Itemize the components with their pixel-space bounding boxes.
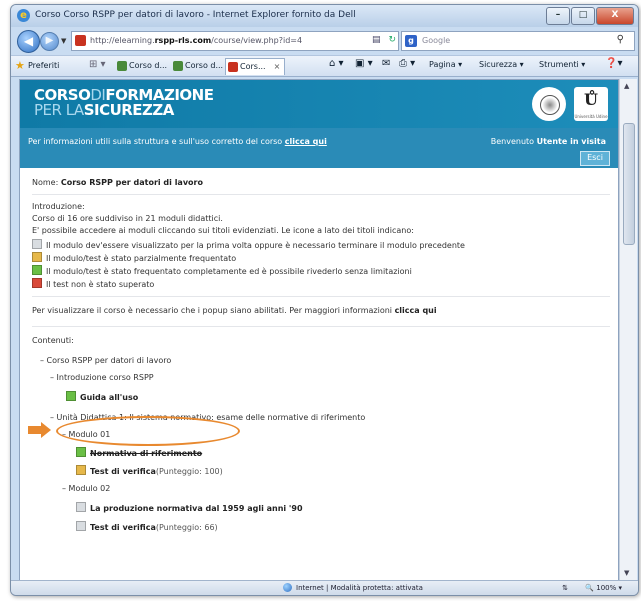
popup-notice: Per visualizzare il corso è necessario c… (32, 306, 437, 315)
status-grey-icon (76, 502, 86, 512)
test-2-score: (Punteggio: 66) (155, 523, 218, 532)
address-url[interactable]: http://elearning.rspp-rls.com/course/vie… (90, 36, 302, 45)
internet-zone-icon (283, 583, 292, 592)
address-bar[interactable]: http://elearning.rspp-rls.com/course/vie… (71, 31, 412, 51)
tree-item-normativa[interactable]: Normativa di riferimento (76, 447, 202, 458)
maximize-button[interactable]: □ (571, 7, 595, 25)
forward-button[interactable]: ▶ (40, 32, 59, 51)
zoom-level[interactable]: 🔍 100% ▾ (585, 584, 622, 592)
status-yellow-icon (32, 252, 42, 262)
info-link[interactable]: clicca qui (285, 137, 327, 146)
history-dropdown-icon[interactable]: ▼ (61, 37, 66, 45)
window-title: Corso Corso RSPP per datori di lavoro - … (35, 10, 356, 20)
favorites-bar: ★ Preferiti ⊞ ▾ Corso d... Corso d... Co… (11, 55, 638, 77)
tree-item-guide[interactable]: Guida all'uso (66, 391, 138, 402)
status-grey-icon (76, 521, 86, 531)
title-bar: e Corso Corso RSPP per datori di lavoro … (11, 5, 638, 27)
ie-icon: e (17, 9, 30, 22)
status-text: Internet | Modalità protetta: attivata (296, 584, 423, 592)
favorites-button[interactable]: Preferiti (28, 61, 59, 70)
scroll-down-icon[interactable]: ▼ (624, 569, 629, 577)
back-button[interactable]: ◀ (17, 30, 40, 53)
minimize-button[interactable]: – (546, 7, 570, 25)
search-input[interactable]: Google (422, 36, 450, 45)
highlight-circle (56, 416, 240, 446)
site-logo[interactable]: CORSODIFORMAZIONE PER LASICUREZZA (34, 88, 214, 118)
divider (32, 326, 610, 327)
tab-corso-2[interactable]: Corso d... (171, 58, 223, 74)
legend-item-grey: Il modulo dev'essere visualizzato per la… (32, 239, 465, 250)
feeds-icon[interactable]: ▣ ▾ (355, 58, 373, 69)
tree-item-test-2[interactable]: Test di verifica(Punteggio: 66) (76, 521, 218, 532)
legend-item-green: Il modulo/test è stato frequentato compl… (32, 265, 412, 276)
exit-button[interactable]: Esci (580, 151, 610, 166)
status-green-icon (32, 265, 42, 275)
home-icon[interactable]: ⌂ ▾ (329, 58, 344, 69)
tree-item-production[interactable]: La produzione normativa dal 1959 agli an… (76, 502, 303, 513)
info-message: Per informazioni utili sulla struttura e… (28, 137, 327, 146)
status-bar: Internet | Modalità protetta: attivata ⇅… (11, 580, 638, 595)
browser-window: e Corso Corso RSPP per datori di lavoro … (10, 4, 639, 596)
tab-close-icon[interactable]: × (274, 62, 281, 71)
university-seal-icon (532, 87, 566, 121)
intro-line-1: Corso di 16 ore suddiviso in 21 moduli d… (32, 214, 223, 223)
tab-corso-active[interactable]: Cors... × (225, 58, 286, 75)
search-icon[interactable]: ⚲ (617, 34, 624, 45)
tree-item-test-1[interactable]: Test di verifica(Punteggio: 100) (76, 465, 223, 476)
status-yellow-icon (76, 465, 86, 475)
status-green-icon (66, 391, 76, 401)
security-menu[interactable]: Sicurezza ▾ (479, 60, 524, 69)
divider (32, 194, 610, 195)
status-grey-icon (32, 239, 42, 249)
mail-icon[interactable]: ✉ (382, 58, 390, 69)
vertical-scrollbar[interactable]: ▲ ▼ (619, 79, 637, 580)
protected-mode-icon[interactable]: ⇅ (562, 584, 568, 592)
course-name: Nome: Corso RSPP per datori di lavoro (32, 178, 203, 187)
site-banner: CORSODIFORMAZIONE PER LASICUREZZA Ů Unive… (20, 80, 618, 128)
navigation-bar: ◀ ▶ ▼ http://elearning.rspp-rls.com/cour… (11, 27, 638, 55)
status-red-icon (32, 278, 42, 288)
tab-corso-1[interactable]: Corso d... (115, 58, 167, 74)
site-favicon-icon (75, 35, 86, 46)
legend-item-red: Il test non è stato superato (32, 278, 154, 289)
help-icon[interactable]: ❓▾ (605, 58, 622, 69)
page-content: CORSODIFORMAZIONE PER LASICUREZZA Ů Unive… (19, 79, 619, 582)
status-green-icon (76, 447, 86, 457)
tree-intro-section[interactable]: – Introduzione corso RSPP (50, 373, 154, 382)
close-button[interactable]: X (596, 7, 634, 25)
contents-heading: Contenuti: (32, 336, 74, 345)
divider (32, 296, 610, 297)
refresh-icon[interactable]: ↻ (389, 35, 397, 45)
university-logo-icon: Ů Università Udine (574, 87, 608, 121)
print-icon[interactable]: ⎙ ▾ (399, 58, 415, 69)
window-controls: – □ X (545, 7, 634, 25)
favorites-star-icon[interactable]: ★ (15, 59, 25, 72)
tab-active-label: Cors... (240, 62, 266, 71)
tree-course-root[interactable]: – Corso RSPP per datori di lavoro (40, 356, 171, 365)
popup-info-link[interactable]: clicca qui (395, 306, 437, 315)
tools-menu[interactable]: Strumenti ▾ (539, 60, 585, 69)
page-menu[interactable]: Pagina ▾ (429, 60, 462, 69)
compatibility-icon[interactable]: ▤ (372, 35, 381, 45)
quick-tabs-icon[interactable]: ⊞ ▾ (89, 59, 106, 70)
intro-line-2: E' possibile accedere ai moduli cliccand… (32, 226, 414, 235)
scroll-up-icon[interactable]: ▲ (624, 82, 629, 90)
welcome-text: Benvenuto Utente in visita (490, 137, 606, 146)
tree-module-02[interactable]: – Modulo 02 (62, 484, 110, 493)
scrollbar-thumb[interactable] (623, 123, 635, 245)
search-box[interactable]: g Google ⚲ (401, 31, 635, 51)
info-bar: Per informazioni utili sulla struttura e… (20, 128, 618, 168)
test-1-score: (Punteggio: 100) (155, 467, 223, 476)
user-link[interactable]: Utente in visita (537, 137, 606, 146)
google-icon: g (405, 35, 417, 47)
legend-item-yellow: Il modulo/test è stato parzialmente freq… (32, 252, 236, 263)
intro-heading: Introduzione: (32, 202, 85, 211)
